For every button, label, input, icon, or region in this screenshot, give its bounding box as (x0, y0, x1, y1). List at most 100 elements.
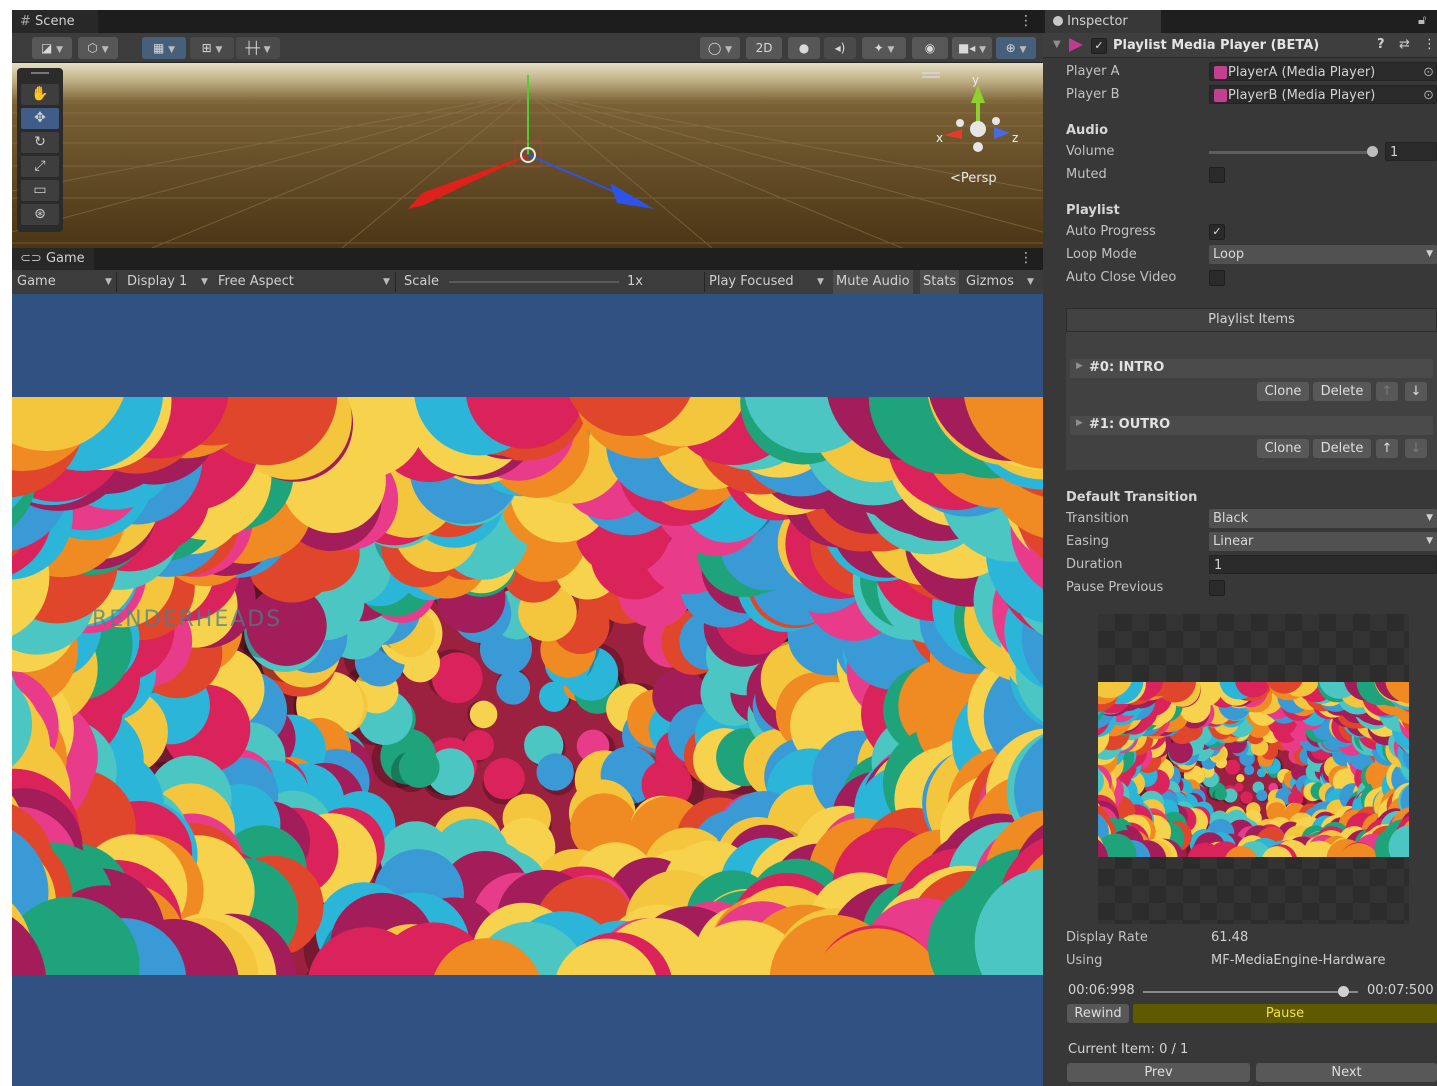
muted-checkbox[interactable] (1209, 167, 1225, 183)
clone-button[interactable]: Clone (1257, 382, 1309, 401)
grid-snap-icon: ▦ (152, 41, 165, 55)
seek-bar-thumb[interactable] (1337, 986, 1349, 997)
audio-header: Audio (1066, 123, 1109, 138)
player-a-field[interactable]: PlayerA (Media Player) ⊙ (1209, 62, 1437, 81)
scene-toolbar: ◪ ▼ ⬡ ▼ ▦ ▼ ⊞ ▼ ┼┼ ▼ ◯ ▼ 2D ● ◂) ✦ ▼ ◉ ■… (12, 33, 1043, 63)
scene-visibility-button[interactable]: ⬡ ▼ (78, 37, 118, 59)
camera-settings-button[interactable]: ■◂ ▼ (952, 37, 992, 59)
move-down-button[interactable]: ↓ (1405, 382, 1427, 401)
info-icon (1053, 16, 1063, 26)
prev-button[interactable]: Prev (1067, 1063, 1250, 1082)
duration-label: Duration (1066, 557, 1123, 572)
mute-audio-button[interactable]: Mute Audio (833, 270, 913, 294)
eye-slash-icon: ◉ (924, 41, 936, 55)
hidden-objects-button[interactable]: ◉ (912, 37, 948, 59)
player-b-field[interactable]: PlayerB (Media Player) ⊙ (1209, 85, 1437, 104)
scale-slider[interactable] (449, 281, 619, 283)
volume-slider-thumb[interactable] (1367, 146, 1378, 157)
rect-icon: ▭ (33, 182, 47, 198)
chevron-down-icon: ▼ (1426, 513, 1433, 523)
game-tabbar: ⊂⊃ Game ⋮ (12, 248, 1043, 270)
grid-snap-button[interactable]: ▦ ▼ (142, 37, 186, 59)
lighting-toggle-button[interactable]: ● (788, 37, 820, 59)
volume-slider-track[interactable] (1209, 151, 1372, 154)
tab-inspector[interactable]: Inspector (1045, 10, 1161, 33)
foldout-arrow-icon[interactable]: ▶ (1076, 361, 1083, 371)
stats-button[interactable]: Stats (920, 270, 960, 294)
tab-scene[interactable]: # Scene (12, 10, 98, 33)
component-enabled-checkbox[interactable]: ✓ (1091, 38, 1107, 54)
palette-grip[interactable] (31, 72, 49, 74)
chevron-down-icon: ▼ (817, 277, 824, 287)
foldout-arrow-icon[interactable]: ▼ (1053, 39, 1061, 50)
foldout-arrow-icon[interactable]: ▶ (1076, 418, 1083, 428)
transform-tool[interactable]: ⊛ (21, 204, 59, 225)
delete-button[interactable]: Delete (1313, 439, 1371, 458)
playlist-item-1[interactable]: ▶ #1: OUTRO (1070, 416, 1433, 435)
loop-mode-label: Loop Mode (1066, 247, 1137, 262)
2d-toggle-button[interactable]: 2D (746, 37, 782, 59)
gizmo-tools-button[interactable]: ◯ ▼ (700, 37, 740, 59)
next-button[interactable]: Next (1256, 1063, 1437, 1082)
rect-tool[interactable]: ▭ (21, 180, 59, 201)
audio-toggle-button[interactable]: ◂) (824, 37, 856, 59)
pause-previous-label: Pause Previous (1066, 580, 1164, 595)
grid-toggle-button[interactable]: ⊞ ▼ (190, 37, 234, 59)
muted-label: Muted (1066, 167, 1107, 182)
draw-mode-button[interactable]: ◪ ▼ (32, 37, 72, 59)
player-b-value: PlayerB (Media Player) (1228, 88, 1376, 103)
chevron-down-icon[interactable]: ▼ (1027, 277, 1034, 287)
more-options-icon[interactable]: ⋮ (1019, 250, 1033, 266)
move-icon: ✥ (34, 110, 46, 126)
auto-progress-checkbox[interactable]: ✓ (1209, 224, 1225, 240)
aspect-dropdown[interactable]: Free Aspect ▼ (218, 270, 398, 294)
gizmo-z-label: z (1012, 131, 1019, 145)
object-picker-icon[interactable]: ⊙ (1423, 63, 1434, 82)
help-icon[interactable]: ? (1377, 37, 1385, 52)
chevron-down-icon: ▼ (383, 277, 390, 287)
hand-tool[interactable]: ✋ (21, 84, 59, 105)
rotate-tool[interactable]: ↻ (21, 132, 59, 153)
rotate-icon: ↻ (34, 134, 46, 150)
seek-bar[interactable] (1143, 991, 1358, 993)
effects-button[interactable]: ✦ ▼ (862, 37, 906, 59)
lock-icon[interactable]: 🔓︎ (1418, 13, 1426, 28)
component-menu-icon[interactable]: ⋮ (1423, 37, 1436, 52)
play-mode-label: Play Focused (709, 274, 794, 289)
clone-button[interactable]: Clone (1257, 439, 1309, 458)
duration-input[interactable]: 1 (1209, 555, 1437, 574)
more-options-icon[interactable]: ⋮ (1019, 13, 1033, 29)
cylinder-end (496, 670, 531, 705)
volume-input[interactable]: 1 (1385, 142, 1437, 161)
default-transition-header: Default Transition (1066, 490, 1198, 505)
object-picker-icon[interactable]: ⊙ (1423, 86, 1434, 105)
pause-previous-checkbox[interactable] (1209, 580, 1225, 596)
tab-game[interactable]: ⊂⊃ Game (12, 248, 94, 270)
auto-close-checkbox[interactable] (1209, 270, 1225, 286)
play-mode-dropdown[interactable]: Play Focused ▼ (709, 270, 827, 294)
pause-button[interactable]: Pause (1133, 1004, 1437, 1023)
gizmos-dropdown-button[interactable]: ⊕ ▼ (996, 37, 1036, 59)
gizmos-button[interactable]: Gizmos (966, 270, 1014, 294)
chevron-down-icon: ▼ (201, 277, 208, 287)
move-down-button[interactable]: ↓ (1405, 439, 1427, 458)
playlist-item-0[interactable]: ▶ #0: INTRO (1070, 359, 1433, 378)
scale-icon: ⤢ (34, 158, 46, 174)
rewind-button[interactable]: Rewind (1067, 1004, 1129, 1023)
transition-dropdown[interactable]: Black ▼ (1209, 509, 1437, 528)
move-up-button[interactable]: ↑ (1376, 382, 1398, 401)
preset-icon[interactable]: ⇄ (1399, 37, 1410, 52)
playlist-item-label: #0: INTRO (1089, 360, 1165, 375)
move-up-button[interactable]: ↑ (1376, 439, 1398, 458)
scene-viewport[interactable]: y x z <Persp (12, 63, 1043, 248)
easing-dropdown[interactable]: Linear ▼ (1209, 532, 1437, 551)
delete-button[interactable]: Delete (1313, 382, 1371, 401)
game-view-dropdown[interactable]: Game ▼ (17, 270, 117, 294)
scale-tool[interactable]: ⤢ (21, 156, 59, 177)
projection-toggle[interactable]: <Persp (950, 171, 997, 186)
cylinder-end (483, 758, 525, 800)
increment-snap-button[interactable]: ┼┼ ▼ (236, 37, 280, 59)
loop-mode-dropdown[interactable]: Loop ▼ (1209, 245, 1437, 264)
display-dropdown[interactable]: Display 1 ▼ (127, 270, 217, 294)
move-tool[interactable]: ✥ (21, 108, 59, 129)
